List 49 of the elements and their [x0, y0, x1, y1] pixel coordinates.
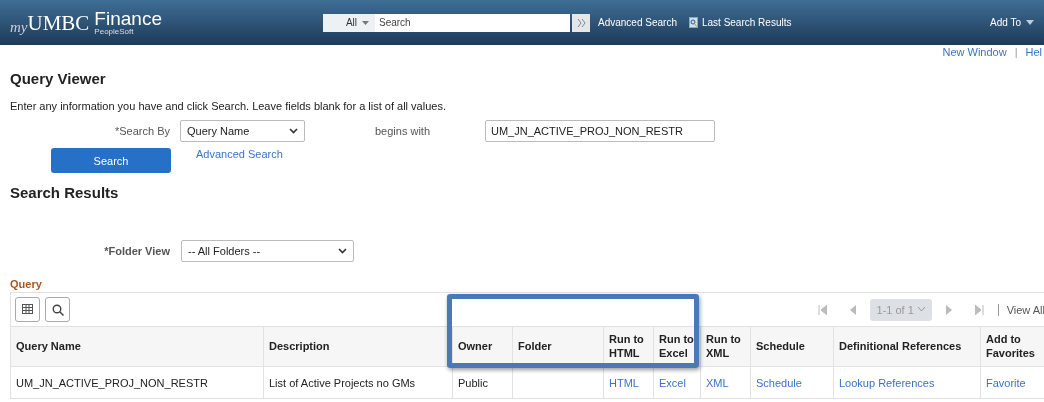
double-chevron-icon [576, 18, 586, 27]
add-to-menu[interactable]: Add To [990, 17, 1034, 28]
find-button[interactable] [45, 297, 70, 322]
document-magnifier-icon [688, 17, 698, 28]
table-cell: UM_JN_ACTIVE_PROJ_NON_RESTR [10, 366, 264, 399]
folder-view-select[interactable]: -- All Folders -- [181, 240, 354, 262]
search-by-select[interactable]: Query Name [180, 120, 305, 142]
section-title: Search Results [10, 184, 120, 201]
search-scope-select[interactable]: All [323, 13, 375, 32]
column-header: Definitional References [833, 326, 981, 367]
column-header: Run to XML [700, 326, 751, 367]
table-cell: List of Active Projects no GMs [263, 366, 453, 399]
logo-prefix: my [10, 19, 28, 36]
table-cell: Public [452, 366, 513, 399]
search-by-label: *Search By [113, 125, 170, 137]
last-search-results-link[interactable]: Last Search Results [688, 17, 792, 28]
logo-name: UMBC [27, 11, 90, 36]
page-title: Query Viewer [10, 70, 107, 87]
search-button[interactable]: Search [51, 148, 171, 173]
grid-title: Query [10, 278, 43, 290]
logo-product: Finance [94, 9, 162, 28]
header-link[interactable]: Hel [1025, 46, 1042, 60]
table-link[interactable]: Lookup References [833, 366, 981, 399]
folder-view-label: *Folder View [103, 245, 170, 257]
table-link[interactable]: Schedule [750, 366, 834, 399]
search-go-button[interactable] [572, 13, 590, 32]
separator: | [1014, 46, 1018, 60]
column-header: Add to Favorites [980, 326, 1044, 367]
column-header: Query Name [10, 326, 264, 367]
operator-text: begins with [375, 125, 432, 137]
chevron-down-icon [289, 128, 298, 134]
instructions-text: Enter any information you have and click Search. Leave fields blank for a list of all values. [10, 100, 447, 112]
search-icon [51, 303, 64, 316]
logo-subtitle: PeopleSoft [94, 28, 135, 36]
caret-icon [362, 20, 369, 25]
table-link[interactable]: Excel [653, 366, 701, 399]
column-header: Schedule [750, 326, 834, 367]
table-link[interactable]: HTML [603, 366, 654, 399]
table-link[interactable]: XML [700, 366, 751, 399]
personalize-button[interactable] [15, 297, 40, 322]
search-field[interactable]: Search [375, 13, 570, 32]
caret-icon [1026, 20, 1034, 25]
query-name-field[interactable]: UM_JN_ACTIVE_PROJ_NON_RESTR [485, 120, 715, 142]
chevron-down-icon [338, 248, 347, 254]
chevron-down-icon [917, 307, 925, 312]
advanced-search-link[interactable]: Advanced Search [196, 148, 283, 160]
grid-icon [21, 304, 34, 315]
advanced-search-link[interactable]: Advanced Search [598, 17, 677, 28]
header-link[interactable]: New Window [942, 46, 1007, 60]
